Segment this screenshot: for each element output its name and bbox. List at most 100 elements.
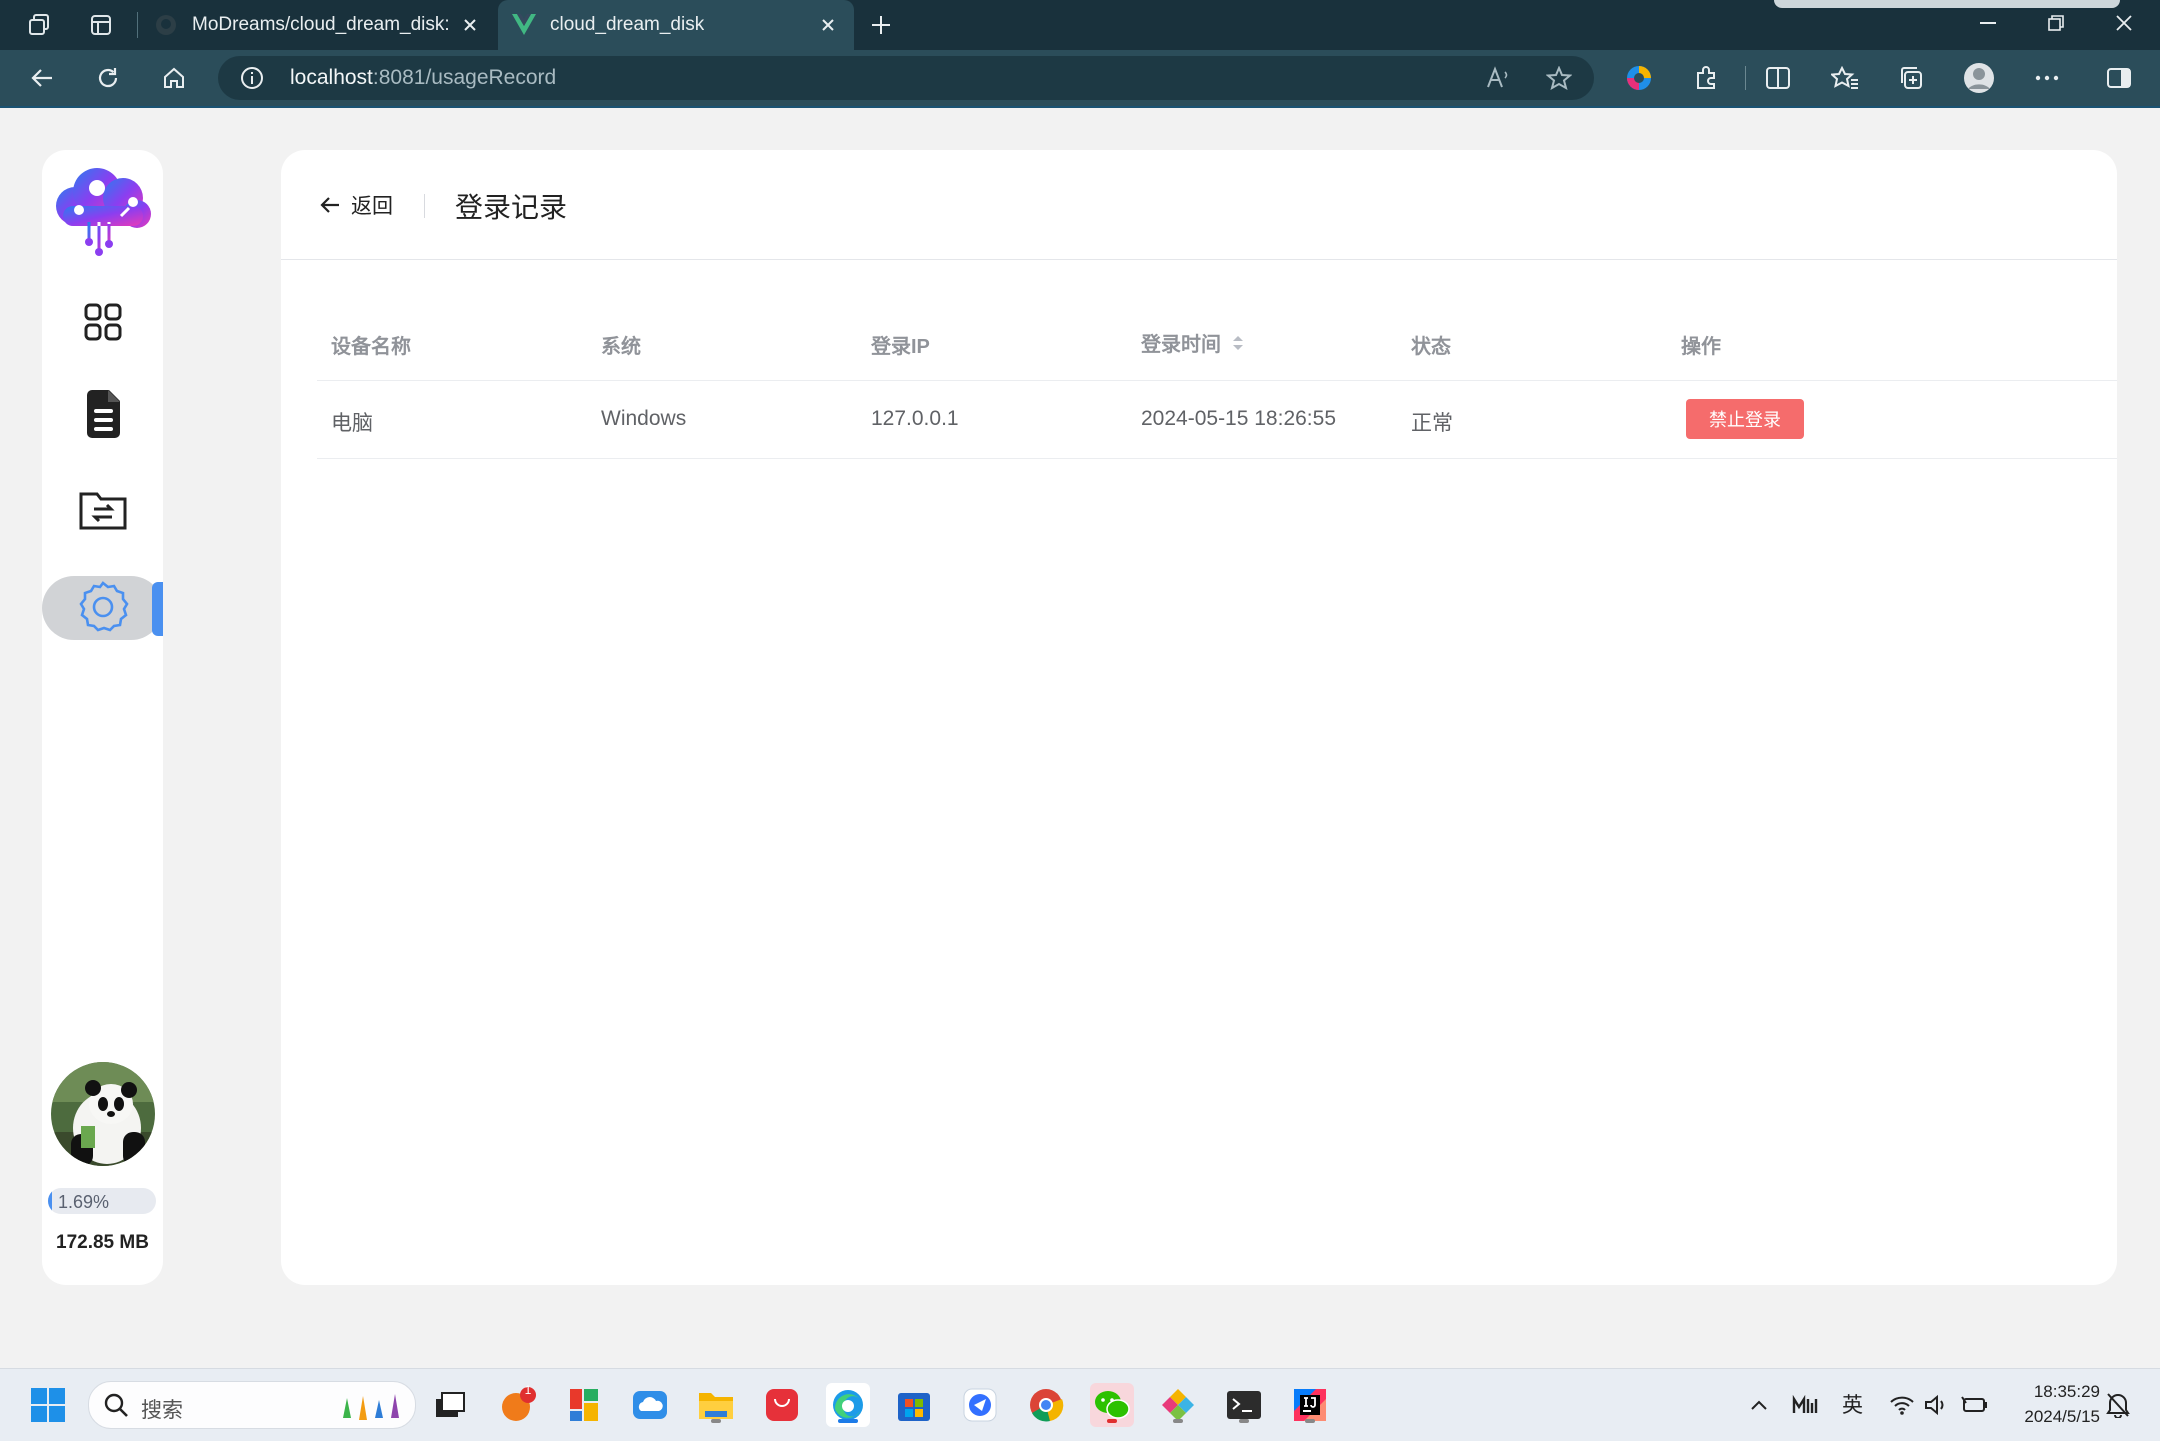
new-tab-icon[interactable] xyxy=(864,8,898,42)
back-arrow-icon[interactable] xyxy=(25,61,59,95)
cell-system: Windows xyxy=(601,407,687,430)
url-path: :8081/usageRecord xyxy=(372,66,557,89)
task-view-icon[interactable] xyxy=(428,1383,472,1427)
cloud-logo-icon[interactable] xyxy=(49,160,157,261)
vue-icon xyxy=(512,13,536,37)
collections-icon[interactable] xyxy=(1894,61,1928,95)
storage-usage-percent: 1.69% xyxy=(58,1192,110,1212)
column-header-action: 操作 xyxy=(1681,336,1721,358)
ime-indicator[interactable]: 英 xyxy=(1842,1389,1863,1419)
favorites-icon[interactable] xyxy=(1828,61,1862,95)
home-icon[interactable] xyxy=(157,61,191,95)
app-orange-icon[interactable]: 1 xyxy=(496,1383,540,1427)
copilot-icon[interactable] xyxy=(1622,61,1656,95)
profile-icon[interactable] xyxy=(1962,61,1996,95)
cell-login-time: 2024-05-15 18:26:55 xyxy=(1141,407,1336,430)
main-panel: 返回 登录记录 设备名称 系统 登录IP 登录时间 状态 操作 电脑 Windo… xyxy=(281,150,2117,1285)
browser-tab-bar: MoDreams/cloud_dream_disk: cloud_dream_d… xyxy=(0,0,2160,50)
extensions-icon[interactable] xyxy=(1689,61,1723,95)
active-indicator xyxy=(838,1419,858,1423)
feishu-icon[interactable] xyxy=(958,1383,1002,1427)
search-icon xyxy=(103,1392,129,1423)
tab-cloud-dream-disk[interactable]: cloud_dream_disk xyxy=(498,0,854,50)
tab-title: cloud_dream_disk xyxy=(550,14,705,35)
taskbar: 搜索 1 英 18:35:29 2024/5/15 xyxy=(0,1368,2160,1441)
ban-login-button[interactable]: 禁止登录 xyxy=(1686,399,1804,439)
cell-device: 电脑 xyxy=(331,412,373,435)
storage-used: 172.85 MB xyxy=(56,1232,149,1253)
column-header-ip: 登录IP xyxy=(871,336,930,358)
clock-date: 2024/5/15 xyxy=(2024,1407,2100,1426)
running-indicator xyxy=(1107,1419,1117,1423)
intellij-idea-icon[interactable] xyxy=(1288,1383,1332,1427)
document-icon xyxy=(83,389,123,444)
page-title: 登录记录 xyxy=(455,192,568,223)
microsoft-store-icon[interactable] xyxy=(892,1383,936,1427)
sidebar-item-dashboard[interactable] xyxy=(42,292,163,356)
storage-usage-bar: 1.69% xyxy=(48,1188,156,1214)
edge-icon[interactable] xyxy=(826,1383,870,1427)
tab-github[interactable]: MoDreams/cloud_dream_disk: xyxy=(140,0,496,50)
tab-actions-icon[interactable] xyxy=(84,8,118,42)
more-menu-icon[interactable] xyxy=(2030,61,2064,95)
onedrive-icon[interactable] xyxy=(628,1383,672,1427)
minimize-icon[interactable] xyxy=(1954,0,2022,46)
back-button[interactable]: 返回 xyxy=(319,190,393,220)
column-header-system: 系统 xyxy=(601,336,641,358)
favorite-star-icon[interactable] xyxy=(1545,65,1573,95)
grid-icon xyxy=(83,302,123,347)
table-header-row: 设备名称 系统 登录IP 登录时间 状态 操作 xyxy=(317,306,2117,381)
column-header-device: 设备名称 xyxy=(331,336,411,358)
avatar[interactable] xyxy=(51,1062,155,1166)
url-text[interactable]: localhost:8081/usageRecord xyxy=(290,66,556,90)
cell-ip: 127.0.0.1 xyxy=(871,407,959,430)
clock-time: 18:35:29 xyxy=(2033,1382,2100,1401)
arrow-left-icon xyxy=(319,195,341,215)
taskbar-clock[interactable]: 18:35:29 2024/5/15 xyxy=(2024,1379,2100,1429)
running-indicator xyxy=(1239,1419,1249,1423)
url-host: localhost xyxy=(290,66,373,89)
tab-title: MoDreams/cloud_dream_disk: xyxy=(192,14,450,35)
file-explorer-icon[interactable] xyxy=(694,1383,738,1427)
search-placeholder: 搜索 xyxy=(141,1399,183,1422)
login-record-table: 设备名称 系统 登录IP 登录时间 状态 操作 电脑 Windows 127.0… xyxy=(317,306,2117,459)
restore-icon[interactable] xyxy=(2022,0,2090,46)
running-indicator xyxy=(711,1419,721,1423)
folder-transfer-icon xyxy=(79,490,127,535)
battery-icon[interactable] xyxy=(1952,1383,1996,1427)
sidebar-item-files[interactable] xyxy=(42,384,163,448)
address-bar[interactable]: localhost:8081/usageRecord xyxy=(218,56,1594,100)
read-aloud-icon[interactable] xyxy=(1486,66,1512,95)
meter-icon[interactable] xyxy=(1783,1383,1827,1427)
column-header-login-time[interactable]: 登录时间 xyxy=(1141,328,1245,357)
taskbar-search[interactable]: 搜索 xyxy=(88,1381,416,1429)
split-screen-icon[interactable] xyxy=(1761,61,1795,95)
github-icon xyxy=(154,13,178,37)
workspaces-icon[interactable] xyxy=(22,8,56,42)
close-tab-icon[interactable] xyxy=(816,13,840,37)
sidebar-toggle-icon[interactable] xyxy=(2102,61,2136,95)
sidebar-item-settings[interactable] xyxy=(42,576,163,640)
app-tiles-icon[interactable] xyxy=(562,1383,606,1427)
storage-usage-fill xyxy=(48,1188,52,1214)
sort-caret-icon[interactable] xyxy=(1231,333,1245,353)
sidebar-item-transfer[interactable] xyxy=(42,480,163,544)
close-tab-icon[interactable] xyxy=(458,13,482,37)
notification-badge: 1 xyxy=(524,1383,532,1397)
sourcetree-icon[interactable] xyxy=(1156,1383,1200,1427)
cell-status: 正常 xyxy=(1411,412,1453,435)
terminal-icon[interactable] xyxy=(1222,1383,1266,1427)
windows-start-icon[interactable] xyxy=(26,1383,70,1427)
wechat-icon[interactable] xyxy=(1090,1383,1134,1427)
close-window-icon[interactable] xyxy=(2090,0,2158,46)
login-time-label: 登录时间 xyxy=(1141,334,1221,356)
site-info-icon[interactable] xyxy=(240,66,264,95)
settings-icon xyxy=(76,579,130,638)
table-row: 电脑 Windows 127.0.0.1 2024-05-15 18:26:55… xyxy=(317,381,2117,459)
refresh-icon[interactable] xyxy=(91,61,125,95)
huawei-appgallery-icon[interactable] xyxy=(760,1383,804,1427)
chevron-up-icon[interactable] xyxy=(1737,1383,1781,1427)
notification-bell-icon[interactable] xyxy=(2096,1383,2140,1427)
chrome-icon[interactable] xyxy=(1024,1383,1068,1427)
running-indicator xyxy=(1173,1419,1183,1423)
